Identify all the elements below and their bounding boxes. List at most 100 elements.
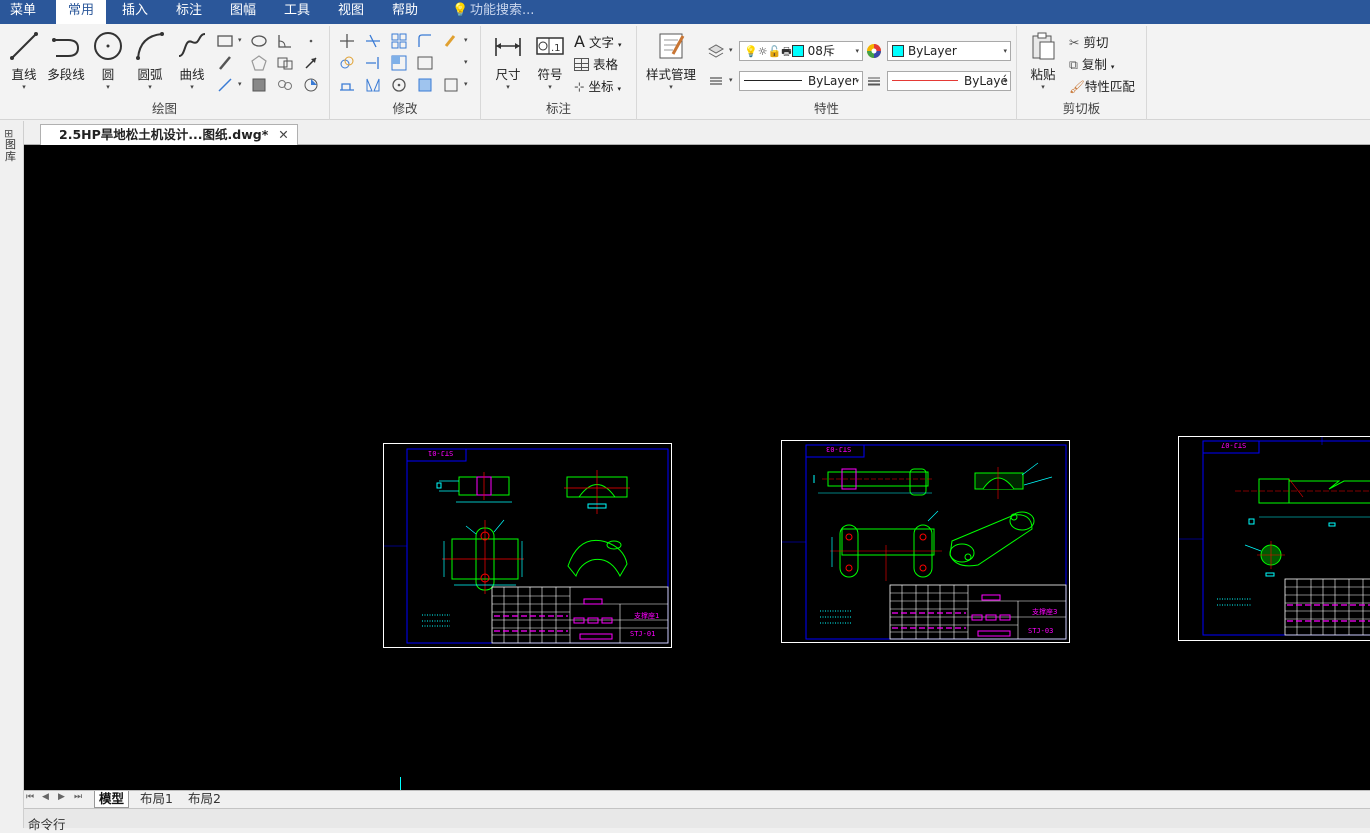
chevron-down-icon[interactable]: ▾ xyxy=(729,46,733,54)
angle-button[interactable] xyxy=(276,32,294,50)
color-wheel-icon xyxy=(867,44,881,58)
arrow-button[interactable] xyxy=(302,54,320,72)
document-tab[interactable]: 2.5HP旱地松土机设计...图纸.dwg* ✕ xyxy=(40,124,298,146)
menu-item-menu[interactable]: 菜单 xyxy=(0,0,46,24)
drawing-sheet-1[interactable]: STJ-01 支撑座1 STJ-01 xyxy=(383,443,672,648)
chevron-down-icon[interactable]: ▾ xyxy=(238,80,242,88)
clipboard-group-label: 剪切板 xyxy=(1062,101,1101,116)
color-wheel-button[interactable] xyxy=(865,42,883,60)
dimension-label: 尺寸 xyxy=(495,67,521,82)
arc-button[interactable]: 圆弧 ▾ xyxy=(130,30,170,91)
chevron-down-icon[interactable]: ▾ xyxy=(464,36,468,44)
tab-model[interactable]: 模型 xyxy=(94,791,130,808)
annotate-group-label: 标注 xyxy=(545,101,571,116)
copy-object-button[interactable] xyxy=(338,54,356,72)
style-manager-button[interactable]: 样式管理 ▾ xyxy=(643,30,699,91)
table-button[interactable]: 表格 xyxy=(574,54,618,73)
menu-bar: 菜单 常用 插入 标注 图幅 工具 视图 帮助 💡 功能搜索... xyxy=(0,0,1370,24)
text-tool-icon: A xyxy=(574,32,585,51)
coordinate-button[interactable]: ⊹ 坐标 ▾ xyxy=(574,76,621,95)
drawing-sheet-2[interactable]: STJ-03 支撑座3 STJ-03 xyxy=(781,440,1070,643)
boundary-button[interactable] xyxy=(302,76,320,94)
layer-select[interactable]: 💡☼🔓🖶 08斥 ▾ xyxy=(739,41,863,61)
table-label: 表格 xyxy=(592,57,618,72)
list-button[interactable] xyxy=(707,72,725,90)
lineweight-button[interactable] xyxy=(865,72,883,90)
chevron-down-icon: ▾ xyxy=(855,77,859,85)
menu-tab-insert[interactable]: 插入 xyxy=(112,0,158,24)
erase-button[interactable] xyxy=(442,76,460,94)
stretch-button[interactable] xyxy=(338,76,356,94)
chevron-down-icon: ▾ xyxy=(506,83,510,91)
match-properties-button[interactable]: 🖌特性匹配 xyxy=(1069,76,1135,95)
polyline-button[interactable]: 多段线 xyxy=(44,30,88,83)
circle-button[interactable]: 圆 ▾ xyxy=(88,30,128,91)
ellipse-button[interactable] xyxy=(250,32,268,50)
hatch-button[interactable] xyxy=(216,54,234,72)
linetype-value: ByLayer xyxy=(808,74,857,88)
array-button[interactable] xyxy=(390,32,408,50)
cloud-button[interactable] xyxy=(276,76,294,94)
lineweight-select[interactable]: ByLayé ▾ xyxy=(887,71,1011,91)
trim-button[interactable] xyxy=(364,32,382,50)
library-side-panel[interactable]: ⊞ 图库 xyxy=(0,121,24,828)
menu-tab-view[interactable]: 视图 xyxy=(328,0,374,24)
brush-button[interactable] xyxy=(442,32,460,50)
point-button[interactable] xyxy=(302,32,320,50)
chevron-down-icon[interactable]: ▾ xyxy=(238,36,242,44)
document-tab-strip: 2.5HP旱地松土机设计...图纸.dwg* ✕ xyxy=(24,121,1370,146)
layer-manager-button[interactable] xyxy=(707,42,725,60)
menu-tab-tools[interactable]: 工具 xyxy=(274,0,320,24)
color-select[interactable]: ByLayer ▾ xyxy=(887,41,1011,61)
region-button[interactable] xyxy=(250,76,268,94)
first-tab-icon[interactable]: ⏮ xyxy=(26,792,34,802)
next-tab-icon[interactable]: ▶ xyxy=(58,792,65,802)
menu-tab-help[interactable]: 帮助 xyxy=(382,0,428,24)
menu-tab-home[interactable]: 常用 xyxy=(56,0,106,24)
menu-tab-frame[interactable]: 图幅 xyxy=(220,0,266,24)
drawing-canvas[interactable]: STJ-01 支撑座1 STJ-01 STJ-03 支撑座3 STJ-03 ST… xyxy=(24,145,1370,790)
tab-layout2[interactable]: 布局2 xyxy=(184,791,225,808)
copy-button[interactable]: ⧉ 复制 ▾ xyxy=(1069,54,1114,73)
text-button[interactable]: A 文字 ▾ xyxy=(574,32,621,51)
prev-tab-icon[interactable]: ◀ xyxy=(42,792,49,802)
paste-icon xyxy=(1032,32,1055,60)
extend-button[interactable] xyxy=(364,54,382,72)
drawing-sheet-3[interactable]: STJ-07 xyxy=(1178,436,1370,641)
command-line[interactable]: 命令行 xyxy=(24,808,1370,832)
scale-button[interactable] xyxy=(416,54,434,72)
move-button[interactable] xyxy=(338,32,356,50)
curve-button[interactable]: 曲线 ▾ xyxy=(172,30,212,91)
rectangle-button[interactable] xyxy=(216,32,234,50)
array-icon xyxy=(391,33,407,49)
explode-button[interactable] xyxy=(416,76,434,94)
chevron-down-icon[interactable]: ▾ xyxy=(729,76,733,84)
explode-icon xyxy=(418,78,432,92)
line-button[interactable]: 直线 ▾ xyxy=(4,30,44,91)
ribbon-group-modify: ▾ ▾ ▾ 修改 xyxy=(330,26,481,120)
style-manager-label: 样式管理 xyxy=(645,67,696,82)
chevron-down-icon[interactable]: ▾ xyxy=(464,80,468,88)
curve-label: 曲线 xyxy=(179,67,205,82)
chevron-down-icon[interactable]: ▾ xyxy=(464,58,468,66)
close-icon[interactable]: ✕ xyxy=(278,127,288,142)
linetype-select[interactable]: ByLayer ▾ xyxy=(739,71,863,91)
block-button[interactable] xyxy=(276,54,294,72)
last-tab-icon[interactable]: ⏭ xyxy=(74,792,82,802)
paste-button[interactable]: 粘贴 ▾ xyxy=(1023,30,1063,91)
ribbon-group-properties: 样式管理 ▾ ▾ 💡☼🔓🖶 08斥 ▾ ByLayer ▾ ▾ ByLayer ▾… xyxy=(637,26,1017,120)
dimension-button[interactable]: 尺寸 ▾ xyxy=(488,30,528,91)
fillet-button[interactable] xyxy=(416,32,434,50)
tab-layout1[interactable]: 布局1 xyxy=(136,791,177,808)
feature-search[interactable]: 💡 功能搜索... xyxy=(452,0,534,24)
line-label: 直线 xyxy=(11,67,37,82)
menu-tab-annotate[interactable]: 标注 xyxy=(166,0,212,24)
rotate-button[interactable] xyxy=(390,76,408,94)
cut-button[interactable]: ✂ 剪切 xyxy=(1069,32,1108,51)
circle-icon xyxy=(94,32,122,60)
offset-button[interactable] xyxy=(390,54,408,72)
construction-line-button[interactable] xyxy=(216,76,234,94)
mirror-button[interactable] xyxy=(364,76,382,94)
polygon-button[interactable] xyxy=(250,54,268,72)
symbol-button[interactable]: .1 符号 ▾ xyxy=(530,30,570,91)
